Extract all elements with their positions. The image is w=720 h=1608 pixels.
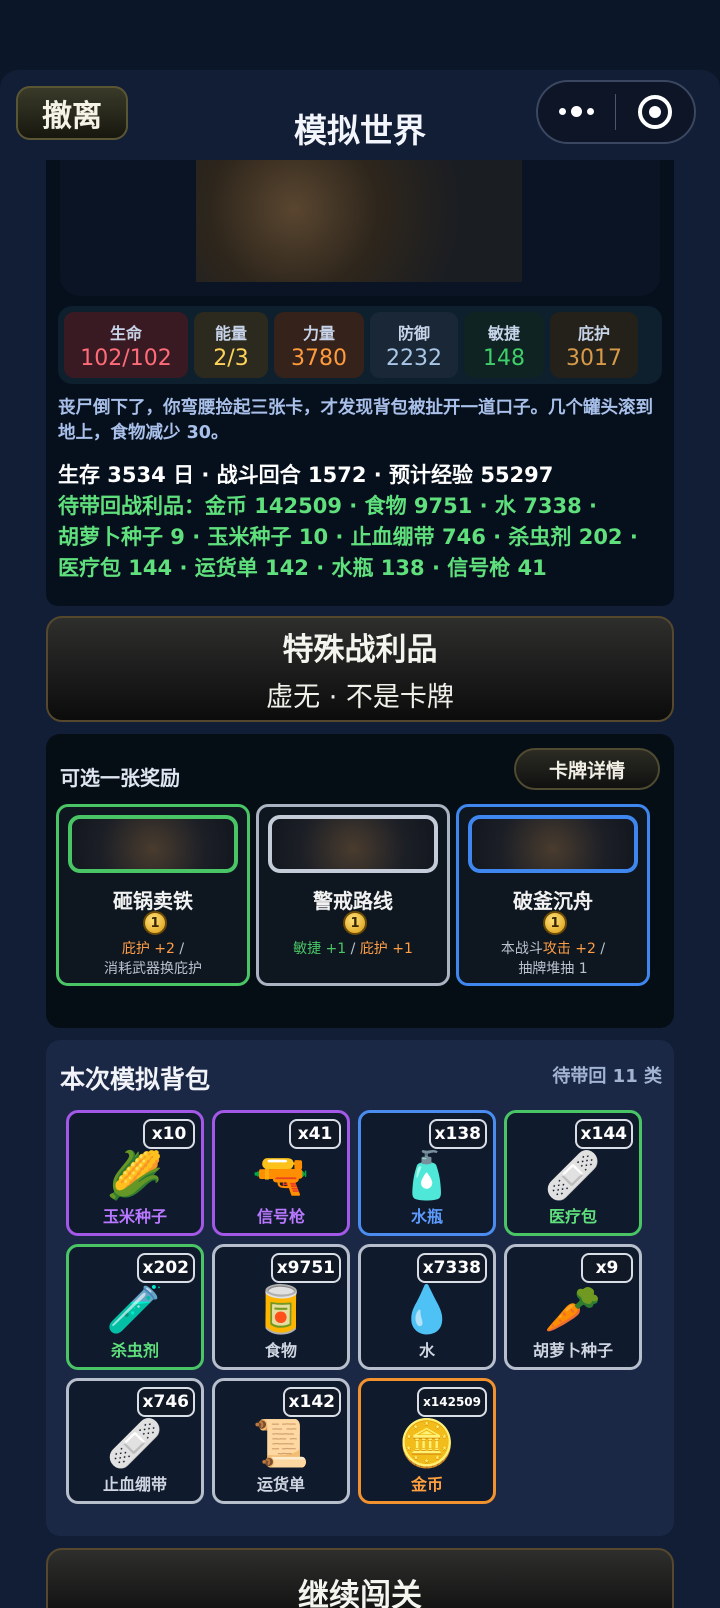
- item-name: 信号枪: [256, 1207, 305, 1226]
- reward-card[interactable]: 警戒路线 1 敏捷 +1 / 庇护 +1: [256, 804, 450, 986]
- energy-cost-icon: 1: [543, 911, 567, 935]
- bag-item[interactable]: x9 🥕 胡萝卜种子: [504, 1244, 642, 1370]
- special-loot-subtitle: 虚无 · 不是卡牌: [266, 682, 454, 713]
- card-art: [68, 815, 238, 873]
- card-description: 本战斗攻击 +2 / 抽牌堆抽 1: [500, 941, 606, 977]
- card-description: 庇护 +2 / 消耗武器换庇护: [104, 941, 202, 977]
- item-quantity: x142509: [417, 1387, 487, 1417]
- waybill-scroll-icon: 📜: [252, 1416, 310, 1470]
- special-loot-title: 特殊战利品: [282, 632, 438, 668]
- loot-line: 医疗包 144 · 运货单 142 · 水瓶 138 · 信号枪 41: [58, 556, 547, 580]
- item-quantity: x142: [282, 1387, 341, 1417]
- reward-card[interactable]: 破釜沉舟 1 本战斗攻击 +2 / 抽牌堆抽 1: [456, 804, 650, 986]
- item-quantity: x9: [581, 1253, 633, 1283]
- card-name: 警戒路线: [313, 889, 393, 913]
- card-art: [468, 815, 638, 873]
- reward-panel: 可选一张奖励 卡牌详情 砸锅卖铁 1 庇护 +2 / 消耗武器换庇护 警戒路线 …: [46, 734, 674, 1028]
- bag-item[interactable]: x202 🧪 杀虫剂: [66, 1244, 204, 1370]
- corn-seed-bag-icon: 🌽: [106, 1148, 164, 1202]
- item-quantity: x9751: [270, 1253, 341, 1283]
- bag-panel: 本次模拟背包 待带回 11 类 x10 🌽 玉米种子 x41 🔫 信号枪 x13…: [46, 1040, 674, 1536]
- bag-item[interactable]: x142 📜 运货单: [212, 1378, 350, 1504]
- item-name: 杀虫剂: [110, 1341, 159, 1360]
- medkit-icon: 🩹: [544, 1148, 602, 1202]
- item-quantity: x202: [136, 1253, 195, 1283]
- miniprogram-capsule: [536, 80, 696, 144]
- card-name: 砸锅卖铁: [113, 889, 193, 913]
- special-loot-banner[interactable]: 特殊战利品 虚无 · 不是卡牌: [46, 616, 674, 722]
- close-target-icon[interactable]: [616, 95, 694, 129]
- stat-defense: 防御 2232: [370, 312, 458, 378]
- loot-line: 待带回战利品：金币 142509 · 食物 9751 · 水 7338 ·: [58, 494, 597, 518]
- flare-gun-icon: 🔫: [252, 1148, 310, 1202]
- water-bottle-icon: 🧴: [398, 1148, 456, 1202]
- energy-cost-icon: 1: [143, 911, 167, 935]
- event-panel: 生命 102/102 能量 2/3 力量 3780 防御 2232 敏捷 148 庇护 30…: [46, 160, 674, 606]
- item-name: 水瓶: [410, 1207, 443, 1226]
- item-name: 金币: [410, 1475, 443, 1494]
- item-quantity: x144: [574, 1119, 633, 1149]
- carrot-seed-bag-icon: 🥕: [544, 1282, 602, 1336]
- scene-frame: [60, 160, 660, 296]
- bandage-roll-icon: 🩹: [106, 1416, 164, 1470]
- card-art: [268, 815, 438, 873]
- item-name: 运货单: [256, 1475, 305, 1494]
- reward-card[interactable]: 砸锅卖铁 1 庇护 +2 / 消耗武器换庇护: [56, 804, 250, 986]
- scene-illustration: [196, 160, 522, 282]
- survival-summary: 生存 3534 日 · 战斗回合 1572 · 预计经验 55297 待带回战利…: [58, 460, 658, 584]
- continue-button[interactable]: 继续闯关: [46, 1548, 674, 1608]
- gold-coins-icon: 🪙: [398, 1416, 456, 1470]
- bag-item[interactable]: x144 🩹 医疗包: [504, 1110, 642, 1236]
- stats-bar: 生命 102/102 能量 2/3 力量 3780 防御 2232 敏捷 148 庇护 30…: [58, 306, 662, 384]
- canned-food-icon: 🥫: [252, 1282, 310, 1336]
- stat-power: 力量 3780: [274, 312, 364, 378]
- item-quantity: x10: [143, 1119, 195, 1149]
- card-name: 破釜沉舟: [513, 889, 593, 913]
- item-name: 止血绷带: [102, 1475, 167, 1494]
- bag-item[interactable]: x138 🧴 水瓶: [358, 1110, 496, 1236]
- energy-cost-icon: 1: [343, 911, 367, 935]
- item-name: 食物: [264, 1341, 297, 1360]
- item-quantity: x7338: [416, 1253, 487, 1283]
- bag-item[interactable]: x142509 🪙 金币: [358, 1378, 496, 1504]
- item-name: 水: [418, 1341, 435, 1360]
- spray-bottle-icon: 🧪: [106, 1282, 164, 1336]
- water-drop-icon: 💧: [398, 1282, 456, 1336]
- reward-title: 可选一张奖励: [60, 766, 180, 790]
- stat-agility: 敏捷 148: [464, 312, 544, 378]
- bag-item[interactable]: x746 🩹 止血绷带: [66, 1378, 204, 1504]
- bag-item[interactable]: x9751 🥫 食物: [212, 1244, 350, 1370]
- card-description: 敏捷 +1 / 庇护 +1: [293, 941, 413, 957]
- bag-item[interactable]: x7338 💧 水: [358, 1244, 496, 1370]
- survival-stats: 生存 3534 日 · 战斗回合 1572 · 预计经验 55297: [58, 463, 554, 487]
- item-quantity: x138: [428, 1119, 487, 1149]
- more-menu-icon[interactable]: [538, 105, 615, 117]
- item-name: 玉米种子: [102, 1207, 167, 1226]
- event-narration: 丧尸倒下了，你弯腰捡起三张卡，才发现背包被扯开一道口子。几个罐头滚到地上，食物减…: [58, 398, 653, 443]
- card-details-button[interactable]: 卡牌详情: [514, 748, 660, 790]
- item-name: 医疗包: [548, 1207, 597, 1226]
- item-quantity: x746: [136, 1387, 195, 1417]
- bag-title: 本次模拟背包: [60, 1065, 211, 1094]
- item-quantity: x41: [289, 1119, 341, 1149]
- item-name: 胡萝卜种子: [532, 1341, 613, 1360]
- stat-energy: 能量 2/3: [194, 312, 268, 378]
- bag-item[interactable]: x10 🌽 玉米种子: [66, 1110, 204, 1236]
- bag-item[interactable]: x41 🔫 信号枪: [212, 1110, 350, 1236]
- stat-hp: 生命 102/102: [64, 312, 188, 378]
- bag-category-count: 待带回 11 类: [552, 1066, 662, 1087]
- loot-line: 胡萝卜种子 9 · 玉米种子 10 · 止血绷带 746 · 杀虫剂 202 ·: [58, 525, 638, 549]
- stat-shelter: 庇护 3017: [550, 312, 638, 378]
